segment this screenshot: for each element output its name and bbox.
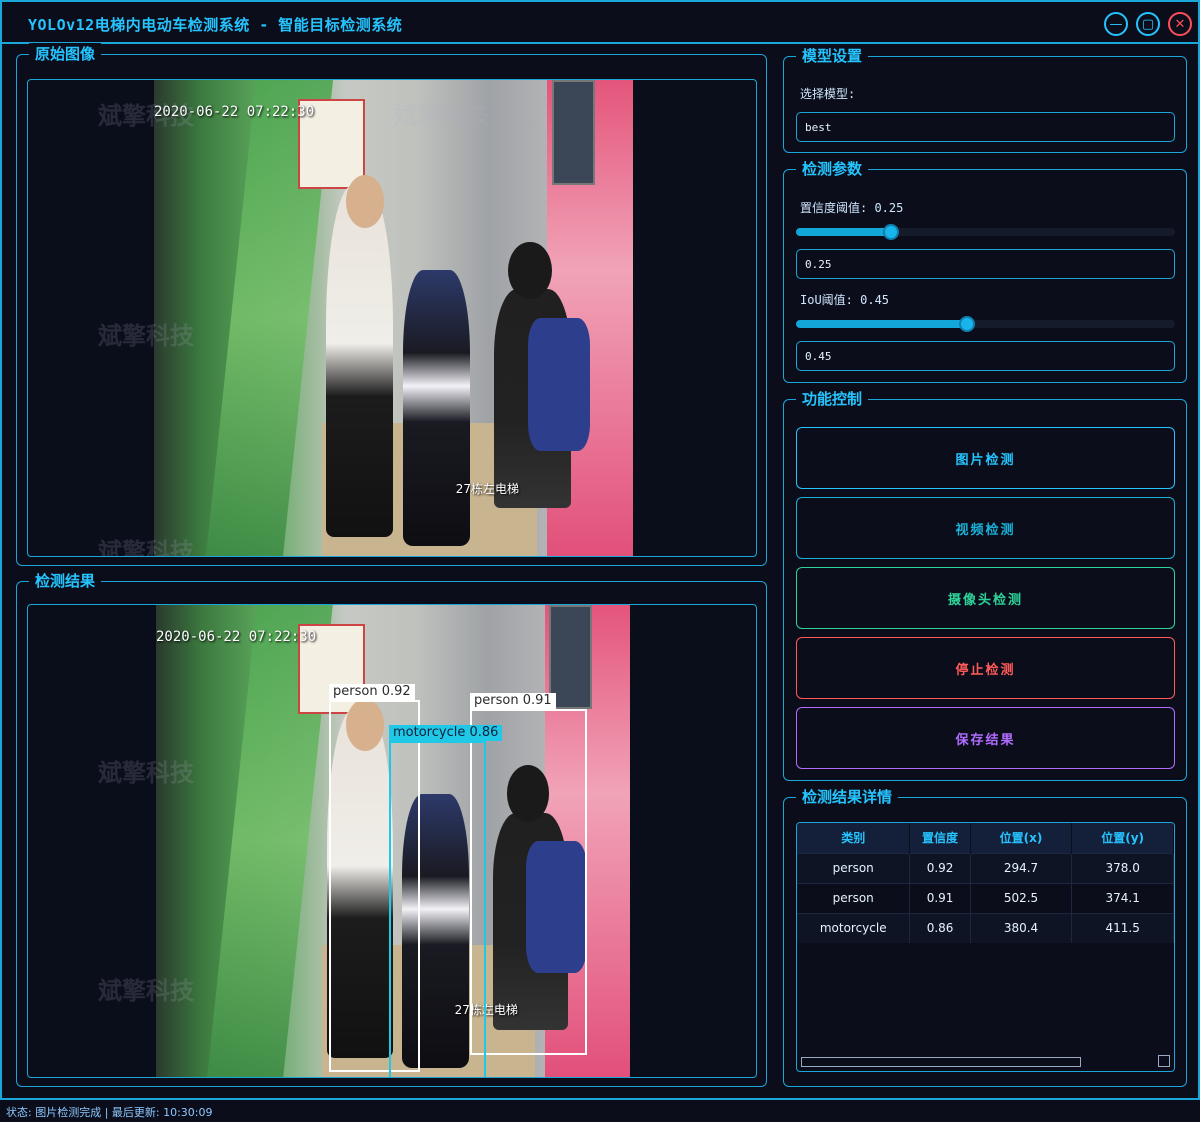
column-header-x[interactable]: 位置(x) — [970, 823, 1073, 853]
title-bar[interactable]: YOLOv12电梯内电动车检测系统 - 智能目标检测系统 — ▢ ✕ — [2, 2, 1198, 44]
original-image-title: 原始图像 — [29, 43, 102, 64]
column-header-class[interactable]: 类别 — [797, 823, 911, 853]
cell-y: 378.0 — [1071, 852, 1174, 883]
result-image-title: 检测结果 — [29, 570, 102, 591]
column-header-confidence[interactable]: 置信度 — [909, 823, 971, 853]
video-timestamp: 2020-06-22 07:22:30 — [154, 103, 315, 120]
camera-caption: 27栋左电梯 — [455, 481, 520, 496]
detection-details-title: 检测结果详情 — [796, 786, 899, 807]
confidence-label: 置信度阈值: 0.25 — [800, 201, 904, 215]
detection-label: person 0.91 — [470, 693, 556, 709]
cell-confidence: 0.91 — [909, 882, 971, 913]
cell-x: 380.4 — [970, 912, 1073, 943]
cell-confidence: 0.86 — [909, 912, 971, 943]
confidence-slider[interactable] — [796, 224, 1175, 240]
iou-slider[interactable] — [796, 316, 1175, 332]
model-settings-group: 模型设置 选择模型: best — [783, 45, 1187, 153]
result-image-group: 检测结果 2020-06-22 07:22:30 27栋左电梯 person 0… — [16, 570, 767, 1087]
cell-x: 502.5 — [970, 882, 1073, 913]
iou-label: IoU阈值: 0.45 — [800, 293, 890, 307]
table-row[interactable]: motorcycle 0.86 380.4 411.5 — [797, 912, 1174, 943]
camera-detect-button[interactable]: 摄像头检测 — [796, 567, 1175, 629]
confidence-input[interactable]: 0.25 — [796, 249, 1175, 279]
table-row[interactable]: person 0.91 502.5 374.1 — [797, 882, 1174, 913]
cell-x: 294.7 — [970, 852, 1073, 883]
save-result-button[interactable]: 保存结果 — [796, 707, 1175, 769]
minimize-button[interactable]: — — [1104, 12, 1128, 36]
maximize-button[interactable]: ▢ — [1136, 12, 1160, 36]
detection-table[interactable]: 类别 置信度 位置(x) 位置(y) person 0.92 294.7 378… — [796, 822, 1175, 1072]
cell-class: motorcycle — [797, 912, 911, 943]
scroll-corner — [1158, 1055, 1170, 1067]
video-timestamp: 2020-06-22 07:22:30 — [156, 628, 317, 645]
cell-class: person — [797, 882, 911, 913]
iou-slider-fill — [796, 320, 967, 328]
model-settings-title: 模型设置 — [796, 45, 869, 66]
detection-box-person: person 0.91 — [470, 693, 587, 1055]
detection-params-group: 检测参数 置信度阈值: 0.25 0.25 IoU阈值: 0.45 0.45 — [783, 158, 1187, 383]
column-header-y[interactable]: 位置(y) — [1071, 823, 1174, 853]
original-image-group: 原始图像 2020-06-22 07:22:30 27栋左电梯 斌擎科技 斌擎科… — [16, 43, 767, 566]
model-select[interactable]: best — [796, 112, 1175, 142]
window-title: YOLOv12电梯内电动车检测系统 - 智能目标检测系统 — [28, 16, 403, 34]
function-controls-title: 功能控制 — [796, 388, 869, 409]
confidence-slider-fill — [796, 228, 891, 236]
original-image: 2020-06-22 07:22:30 27栋左电梯 — [154, 80, 633, 556]
cell-confidence: 0.92 — [909, 852, 971, 883]
stop-detect-button[interactable]: 停止检测 — [796, 637, 1175, 699]
table-row[interactable]: person 0.92 294.7 378.0 — [797, 852, 1174, 883]
image-detect-button[interactable]: 图片检测 — [796, 427, 1175, 489]
result-image-frame: 2020-06-22 07:22:30 27栋左电梯 person 0.92 p… — [27, 604, 757, 1078]
detection-label: motorcycle 0.86 — [389, 725, 503, 741]
detection-details-group: 检测结果详情 类别 置信度 位置(x) 位置(y) person 0.92 29… — [783, 786, 1187, 1087]
detection-params-title: 检测参数 — [796, 158, 869, 179]
original-image-frame: 2020-06-22 07:22:30 27栋左电梯 斌擎科技 斌擎科技 斌擎科… — [27, 79, 757, 557]
app-window: YOLOv12电梯内电动车检测系统 - 智能目标检测系统 — ▢ ✕ 原始图像 … — [0, 0, 1200, 1100]
cell-y: 411.5 — [1071, 912, 1174, 943]
status-bar: 状态: 图片检测完成 | 最后更新: 10:30:09 — [0, 1100, 1200, 1122]
cell-class: person — [797, 852, 911, 883]
detection-label: person 0.92 — [329, 684, 415, 700]
model-select-label: 选择模型: — [800, 87, 856, 101]
cell-y: 374.1 — [1071, 882, 1174, 913]
table-header-row: 类别 置信度 位置(x) 位置(y) — [797, 823, 1174, 853]
confidence-slider-handle[interactable] — [882, 224, 899, 240]
horizontal-scrollbar[interactable] — [801, 1057, 1081, 1067]
iou-slider-handle[interactable] — [958, 316, 975, 332]
video-detect-button[interactable]: 视频检测 — [796, 497, 1175, 559]
close-button[interactable]: ✕ — [1168, 12, 1192, 36]
iou-input[interactable]: 0.45 — [796, 341, 1175, 371]
function-controls-group: 功能控制 图片检测 视频检测 摄像头检测 停止检测 保存结果 — [783, 388, 1187, 781]
detection-box-motorcycle: motorcycle 0.86 — [389, 725, 503, 1077]
